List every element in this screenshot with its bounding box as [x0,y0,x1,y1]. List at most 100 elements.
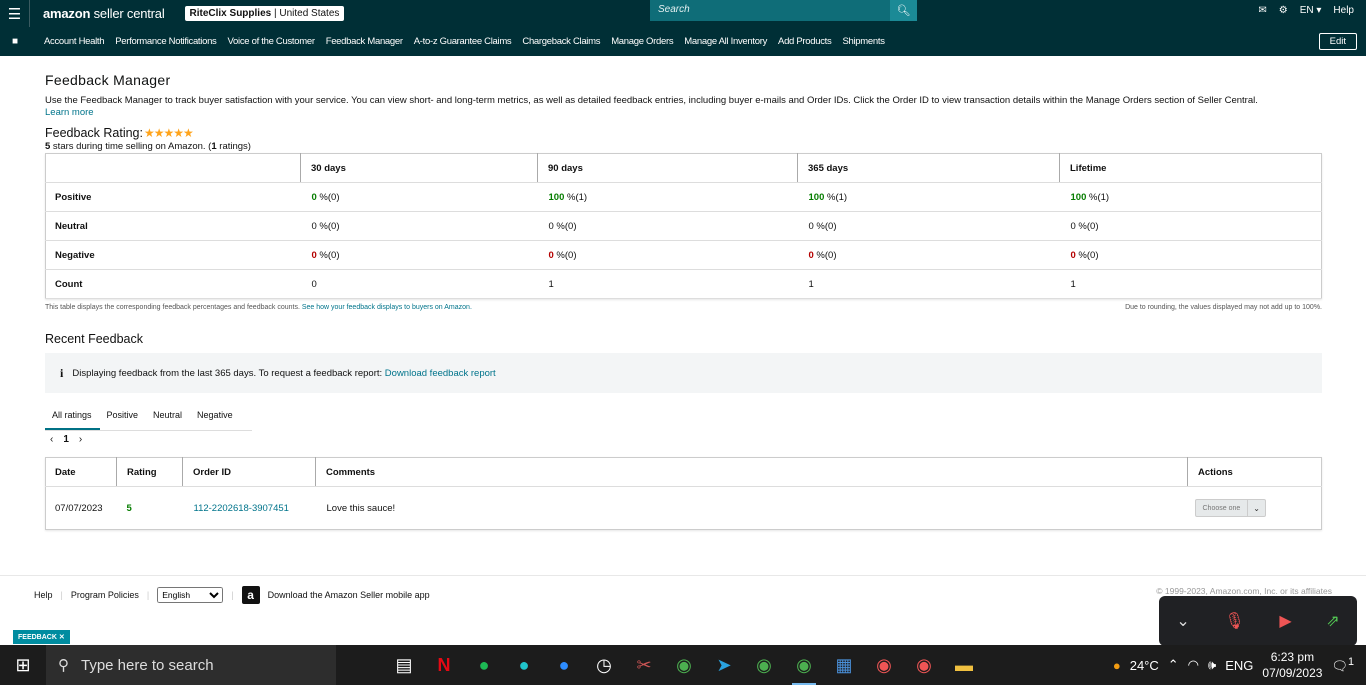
taskbar-search[interactable]: ⚲ Type here to search [46,645,336,685]
bookmark-icon[interactable]: ■ [0,36,30,47]
pager-prev-icon[interactable]: ‹ [50,434,53,445]
feedback-summary-table: 30 days 90 days 365 days Lifetime Positi… [45,153,1322,299]
canva-icon[interactable]: ● [504,645,544,685]
chevron-down-icon[interactable]: ⌄ [1176,611,1189,631]
actions-dropdown[interactable]: Choose one ⌄ [1194,499,1266,517]
chevron-up-icon[interactable]: ⌃ [1168,657,1179,673]
nav-performance-notifications[interactable]: Performance Notifications [115,36,217,47]
snip-icon[interactable]: ✂ [624,645,664,685]
amazon-app-icon[interactable]: a [241,586,260,604]
weather-icon[interactable]: ● [1113,658,1121,673]
summary-cell: 100 %(1) [797,182,1060,212]
actions-dropdown-label: Choose one [1202,504,1241,512]
tab-positive[interactable]: Positive [100,404,147,430]
hamburger-icon[interactable]: ☰ [0,0,30,27]
row-comment: Love this sauce! [326,502,396,514]
pager-next-icon[interactable]: › [79,434,82,445]
clock[interactable]: 6:23 pm 07/09/2023 [1262,649,1322,681]
nav-add-products[interactable]: Add Products [778,36,832,47]
learn-more-link[interactable]: Learn more [45,107,94,118]
summary-cell: 0 %(0) [300,211,538,241]
wifi-icon[interactable]: ◠ [1188,657,1199,673]
summary-cell: 100 %(1) [537,182,798,212]
summary-cell: 1 [797,269,1060,299]
seller-central-logo[interactable]: amazon seller central [43,6,165,21]
chrome-icon[interactable]: ◉ [664,645,704,685]
windows-start-icon[interactable]: ⊞ [0,645,46,685]
close-icon[interactable]: ✕ [59,634,65,641]
volume-icon[interactable]: 🕪︎ [1208,657,1216,673]
tab-all-ratings[interactable]: All ratings [45,404,100,430]
feedback-tab[interactable]: FEEDBACK ✕ [13,630,70,644]
share-icon[interactable]: ⇗ [1326,611,1339,631]
feedback-display-link[interactable]: See how your feedback displays to buyers… [302,304,472,311]
nav-manage-inventory[interactable]: Manage All Inventory [684,36,767,47]
mail-icon[interactable]: ✉ [1258,5,1266,16]
summary-cell: 1 [537,269,798,299]
language-selector[interactable]: EN ▾ [1300,5,1322,16]
nav-voice-of-customer[interactable]: Voice of the Customer [228,36,315,47]
footer-help-link[interactable]: Help [34,590,53,600]
file-explorer-icon[interactable]: ▬ [944,645,984,685]
calculator-icon[interactable]: ▦ [824,645,864,685]
pager-current-page[interactable]: 1 [63,434,69,445]
program-policies-link[interactable]: Program Policies [71,590,139,600]
table-row: 07/07/2023 5 112-2202618-3907451 Love th… [46,487,1322,530]
netflix-icon[interactable]: N [424,645,464,685]
cell-suffix: %(0) [316,191,340,203]
nav-atoz-claims[interactable]: A-to-z Guarantee Claims [414,36,512,47]
gear-icon[interactable]: ⚙ [1279,5,1288,16]
store-selector[interactable]: RiteClix Supplies | United States [184,6,345,21]
search-input[interactable]: Search [650,0,890,21]
download-report-link[interactable]: Download feedback report [385,368,496,379]
tab-neutral[interactable]: Neutral [146,404,190,430]
language-select[interactable]: English [157,587,224,603]
order-id-link[interactable]: 112-2202618-3907451 [194,503,289,514]
cell-suffix: %(0) [316,249,340,261]
zoom-icon[interactable]: ● [544,645,584,685]
mic-muted-icon[interactable]: 🎙︎ [1224,611,1244,631]
summary-cell: 100 %(1) [1059,182,1322,212]
summary-cell: 0 %(0) [537,240,798,270]
search-icon[interactable]: 🔍︎ [890,0,917,21]
telegram-icon[interactable]: ➤ [704,645,744,685]
input-language[interactable]: ENG [1225,658,1253,673]
nav-manage-orders[interactable]: Manage Orders [611,36,673,47]
nav-shipments[interactable]: Shipments [842,36,884,47]
nav-feedback-manager[interactable]: Feedback Manager [326,36,403,47]
summary-header-empty [45,153,301,183]
tab-negative[interactable]: Negative [190,404,241,430]
chrome-profile-r-icon[interactable]: ◉ [904,645,944,685]
cell-suffix: %(0) [553,249,577,261]
row-date: 07/07/2023 [55,502,103,514]
clock-app-icon[interactable]: ◷ [584,645,624,685]
header-rating: Rating [116,457,183,487]
header-order-id: Order ID [182,457,316,487]
rating-sub-text: stars during time selling on Amazon. ( [50,141,212,152]
notification-icon[interactable]: 🗨︎1 [1331,656,1354,674]
nav-chargeback-claims[interactable]: Chargeback Claims [522,36,600,47]
edit-nav-button[interactable]: Edit [1318,33,1357,50]
cell-value: 100 [1070,191,1087,203]
rating-tabs: All ratings Positive Neutral Negative [45,404,252,431]
help-link[interactable]: Help [1333,5,1354,16]
summary-cell: 0 [300,269,538,299]
spotify-icon[interactable]: ● [464,645,504,685]
cell-suffix: %(1) [1086,191,1110,203]
summary-header-365: 365 days [797,153,1060,183]
summary-row-neutral: Neutral 0 %(0) 0 %(0) 0 %(0) 0 %(0) [45,211,1322,241]
footer-divider: | [60,590,63,600]
camera-off-icon[interactable]: ▶ [1279,611,1291,631]
temperature[interactable]: 24°C [1130,658,1159,673]
windows-taskbar: ⊞ ⚲ Type here to search ▤ N ● ● ● ◷ ✂ ◉ … [0,645,1366,685]
top-header: ☰ amazon seller central RiteClix Supplie… [0,0,1366,27]
nav-account-health[interactable]: Account Health [44,36,105,47]
chrome-profile-m-icon[interactable]: ◉ [744,645,784,685]
chrome-profile-l-icon[interactable]: ◉ [784,645,824,685]
task-view-icon[interactable]: ▤ [384,645,424,685]
pagination: ‹ 1 › [50,434,82,445]
chrome-profile-s-icon[interactable]: ◉ [864,645,904,685]
summary-cell: 0 %(0) [1059,240,1322,270]
summary-header-lifetime: Lifetime [1059,153,1322,183]
download-app-link[interactable]: Download the Amazon Seller mobile app [268,590,430,600]
